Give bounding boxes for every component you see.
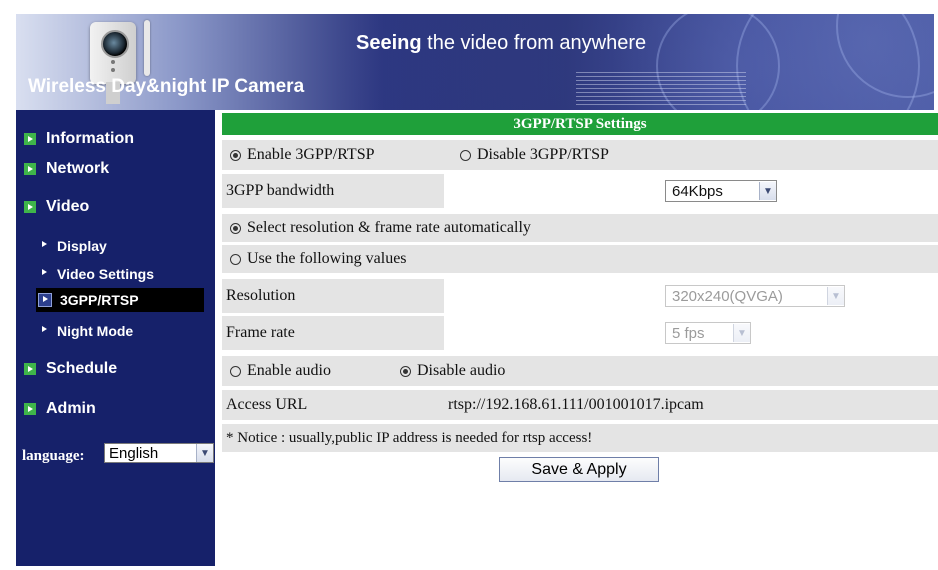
header-banner: Wireless Day&night IP Camera Seeing the … [16, 14, 934, 110]
notice-text: * Notice : usually,public IP address is … [226, 429, 593, 446]
sidebar-item-video-settings[interactable]: Video Settings [42, 266, 154, 282]
triangle-bullet-icon [42, 269, 47, 275]
sidebar-item-schedule[interactable]: Schedule [24, 360, 117, 378]
sidebar-item-label: Information [46, 130, 134, 147]
ip-camera-icon [90, 22, 136, 84]
decorative-fine-print [576, 72, 746, 106]
brand-title: Wireless Day&night IP Camera [28, 76, 304, 98]
sidebar: Information Network Video Display Video … [16, 110, 215, 566]
language-label: language: [22, 448, 85, 464]
sidebar-item-information[interactable]: Information [24, 130, 134, 148]
bandwidth-select-value: 64Kbps [672, 182, 723, 200]
sidebar-item-label: Admin [46, 400, 96, 417]
access-url-label: Access URL [226, 396, 308, 413]
slogan-part1: Seeing [356, 32, 422, 54]
bandwidth-select[interactable]: 64Kbps ▼ [665, 180, 777, 202]
rtsp-toggle-row: Enable 3GPP/RTSP Disable 3GPP/RTSP [222, 140, 938, 170]
auto-resolution-row: Select resolution & frame rate automatic… [222, 214, 938, 242]
resolution-value-cell: 320x240(QVGA) ▼ [444, 279, 938, 313]
chevron-down-icon[interactable]: ▼ [196, 444, 213, 462]
disable-audio-radio[interactable] [400, 365, 411, 377]
chevron-down-icon: ▼ [733, 324, 750, 342]
disable-rtsp-radio[interactable] [460, 149, 471, 161]
brand-title-part1: Wireless [28, 76, 112, 97]
sidebar-item-label: Night Mode [57, 323, 134, 339]
green-arrow-icon [24, 163, 36, 175]
resolution-row: Resolution 320x240(QVGA) ▼ [222, 279, 938, 313]
slogan-part2: the video from anywhere [421, 32, 647, 54]
sidebar-item-display[interactable]: Display [42, 238, 107, 254]
auto-resolution-radio[interactable] [230, 222, 241, 234]
framerate-label: Frame rate [226, 324, 295, 341]
bandwidth-row: 3GPP bandwidth 64Kbps ▼ [222, 174, 938, 208]
framerate-value-cell: 5 fps ▼ [444, 316, 938, 350]
section-title: 3GPP/RTSP Settings [222, 113, 938, 135]
slogan: Seeing the video from anywhere [356, 32, 646, 55]
active-arrow-icon [38, 293, 52, 307]
framerate-row: Frame rate 5 fps ▼ [222, 316, 938, 350]
disable-audio-label[interactable]: Disable audio [417, 362, 505, 380]
sidebar-item-label: Network [46, 160, 110, 177]
green-arrow-icon [24, 403, 36, 415]
sidebar-item-3gpp-rtsp[interactable]: 3GPP/RTSP [36, 288, 204, 312]
manual-values-radio[interactable] [230, 253, 241, 265]
auto-resolution-label[interactable]: Select resolution & frame rate automatic… [247, 219, 531, 237]
notice-row: * Notice : usually,public IP address is … [222, 424, 938, 452]
chevron-down-icon: ▼ [827, 287, 844, 305]
bandwidth-value-cell: 64Kbps ▼ [444, 174, 938, 208]
manual-values-row: Use the following values [222, 245, 938, 273]
enable-rtsp-label[interactable]: Enable 3GPP/RTSP [247, 146, 375, 164]
green-arrow-icon [24, 201, 36, 213]
sidebar-item-night-mode[interactable]: Night Mode [42, 323, 133, 339]
sidebar-item-admin[interactable]: Admin [24, 400, 96, 418]
sidebar-item-video[interactable]: Video [24, 198, 89, 216]
triangle-bullet-icon [42, 326, 47, 332]
bandwidth-label: 3GPP bandwidth [226, 182, 335, 199]
green-arrow-icon [24, 133, 36, 145]
sidebar-item-label: Video Settings [57, 266, 154, 282]
enable-audio-radio[interactable] [230, 365, 241, 377]
resolution-label: Resolution [226, 287, 296, 304]
enable-audio-label[interactable]: Enable audio [247, 362, 331, 380]
access-url-value: rtsp://192.168.61.111/001001017.ipcam [448, 396, 704, 413]
sidebar-item-label: 3GPP/RTSP [60, 292, 139, 308]
manual-values-label[interactable]: Use the following values [247, 250, 407, 268]
camera-antenna-icon [144, 20, 150, 76]
framerate-select-value: 5 fps [672, 324, 705, 342]
resolution-select: 320x240(QVGA) ▼ [665, 285, 845, 307]
sidebar-item-label: Video [46, 198, 90, 215]
brand-title-part2: Day&night IP Camera [111, 76, 305, 97]
language-select[interactable]: English ▼ [104, 443, 214, 463]
sidebar-item-label: Schedule [46, 360, 118, 377]
access-url-row: Access URL rtsp://192.168.61.111/0010010… [222, 390, 938, 420]
triangle-bullet-icon [42, 241, 47, 247]
sidebar-item-label: Display [57, 238, 107, 254]
language-select-value: English [109, 444, 159, 462]
chevron-down-icon[interactable]: ▼ [759, 182, 776, 200]
disable-rtsp-label[interactable]: Disable 3GPP/RTSP [477, 146, 609, 164]
framerate-select: 5 fps ▼ [665, 322, 751, 344]
enable-rtsp-radio[interactable] [230, 149, 241, 161]
sidebar-item-network[interactable]: Network [24, 160, 109, 178]
resolution-select-value: 320x240(QVGA) [672, 287, 783, 305]
save-apply-button[interactable]: Save & Apply [499, 457, 659, 482]
green-arrow-icon [24, 363, 36, 375]
audio-row: Enable audio Disable audio [222, 356, 938, 386]
